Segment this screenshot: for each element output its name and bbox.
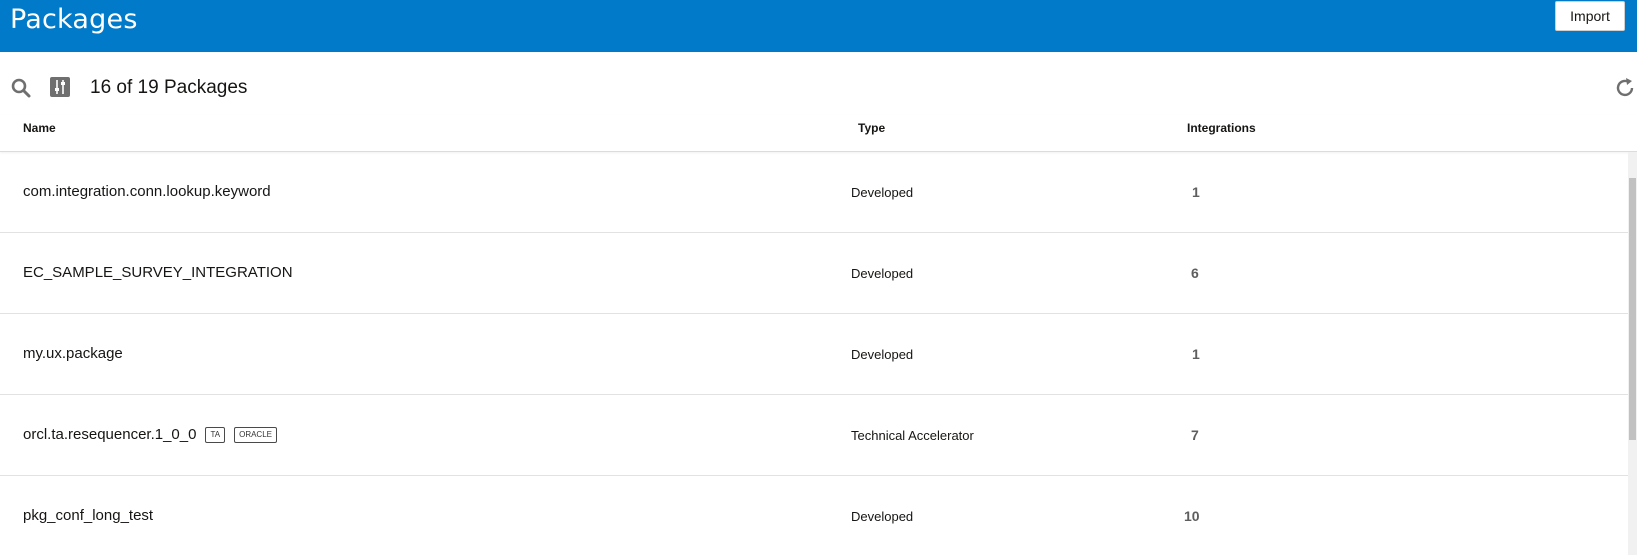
header-bar: Packages Import: [0, 0, 1637, 52]
integration-count: 1: [1192, 184, 1200, 200]
oracle-badge: ORACLE: [234, 426, 277, 443]
package-name[interactable]: my.ux.package: [23, 345, 123, 362]
integration-count: 1: [1192, 346, 1200, 362]
vertical-scrollbar[interactable]: [1628, 152, 1637, 555]
filter-icon[interactable]: [49, 76, 71, 98]
package-name[interactable]: orcl.ta.resequencer.1_0_0 TA ORACLE: [23, 426, 277, 443]
page-title: Packages: [10, 4, 138, 35]
import-button[interactable]: Import: [1555, 1, 1625, 31]
ta-badge: TA: [205, 426, 226, 443]
package-list: com.integration.conn.lookup.keyword Deve…: [0, 152, 1628, 555]
table-row[interactable]: my.ux.package Developed 1: [0, 314, 1628, 395]
package-name[interactable]: com.integration.conn.lookup.keyword: [23, 183, 271, 200]
toolbar: 16 of 19 Packages: [0, 64, 1637, 114]
table-header: Name Type Integrations: [0, 115, 1637, 152]
package-type: Developed: [851, 266, 914, 281]
package-type: Technical Accelerator: [851, 428, 974, 443]
integration-count: 6: [1191, 265, 1199, 281]
search-icon[interactable]: [10, 77, 32, 99]
table-row[interactable]: EC_SAMPLE_SURVEY_INTEGRATION Developed 6: [0, 233, 1628, 314]
package-count: 16 of 19 Packages: [90, 77, 248, 98]
refresh-icon[interactable]: [1613, 76, 1637, 100]
package-type: Developed: [851, 509, 914, 524]
column-header-integrations[interactable]: Integrations: [1187, 121, 1256, 135]
scrollbar-thumb[interactable]: [1629, 178, 1636, 440]
package-name[interactable]: EC_SAMPLE_SURVEY_INTEGRATION: [23, 264, 293, 281]
package-name[interactable]: pkg_conf_long_test: [23, 507, 153, 524]
package-type: Developed: [851, 347, 914, 362]
table-row[interactable]: pkg_conf_long_test Developed 10: [0, 476, 1628, 555]
integration-count: 10: [1184, 508, 1200, 524]
column-header-type[interactable]: Type: [858, 121, 885, 135]
column-header-name[interactable]: Name: [23, 121, 56, 135]
package-type: Developed: [851, 185, 914, 200]
table-row[interactable]: com.integration.conn.lookup.keyword Deve…: [0, 152, 1628, 233]
integration-count: 7: [1191, 427, 1199, 443]
table-row[interactable]: orcl.ta.resequencer.1_0_0 TA ORACLE Tech…: [0, 395, 1628, 476]
